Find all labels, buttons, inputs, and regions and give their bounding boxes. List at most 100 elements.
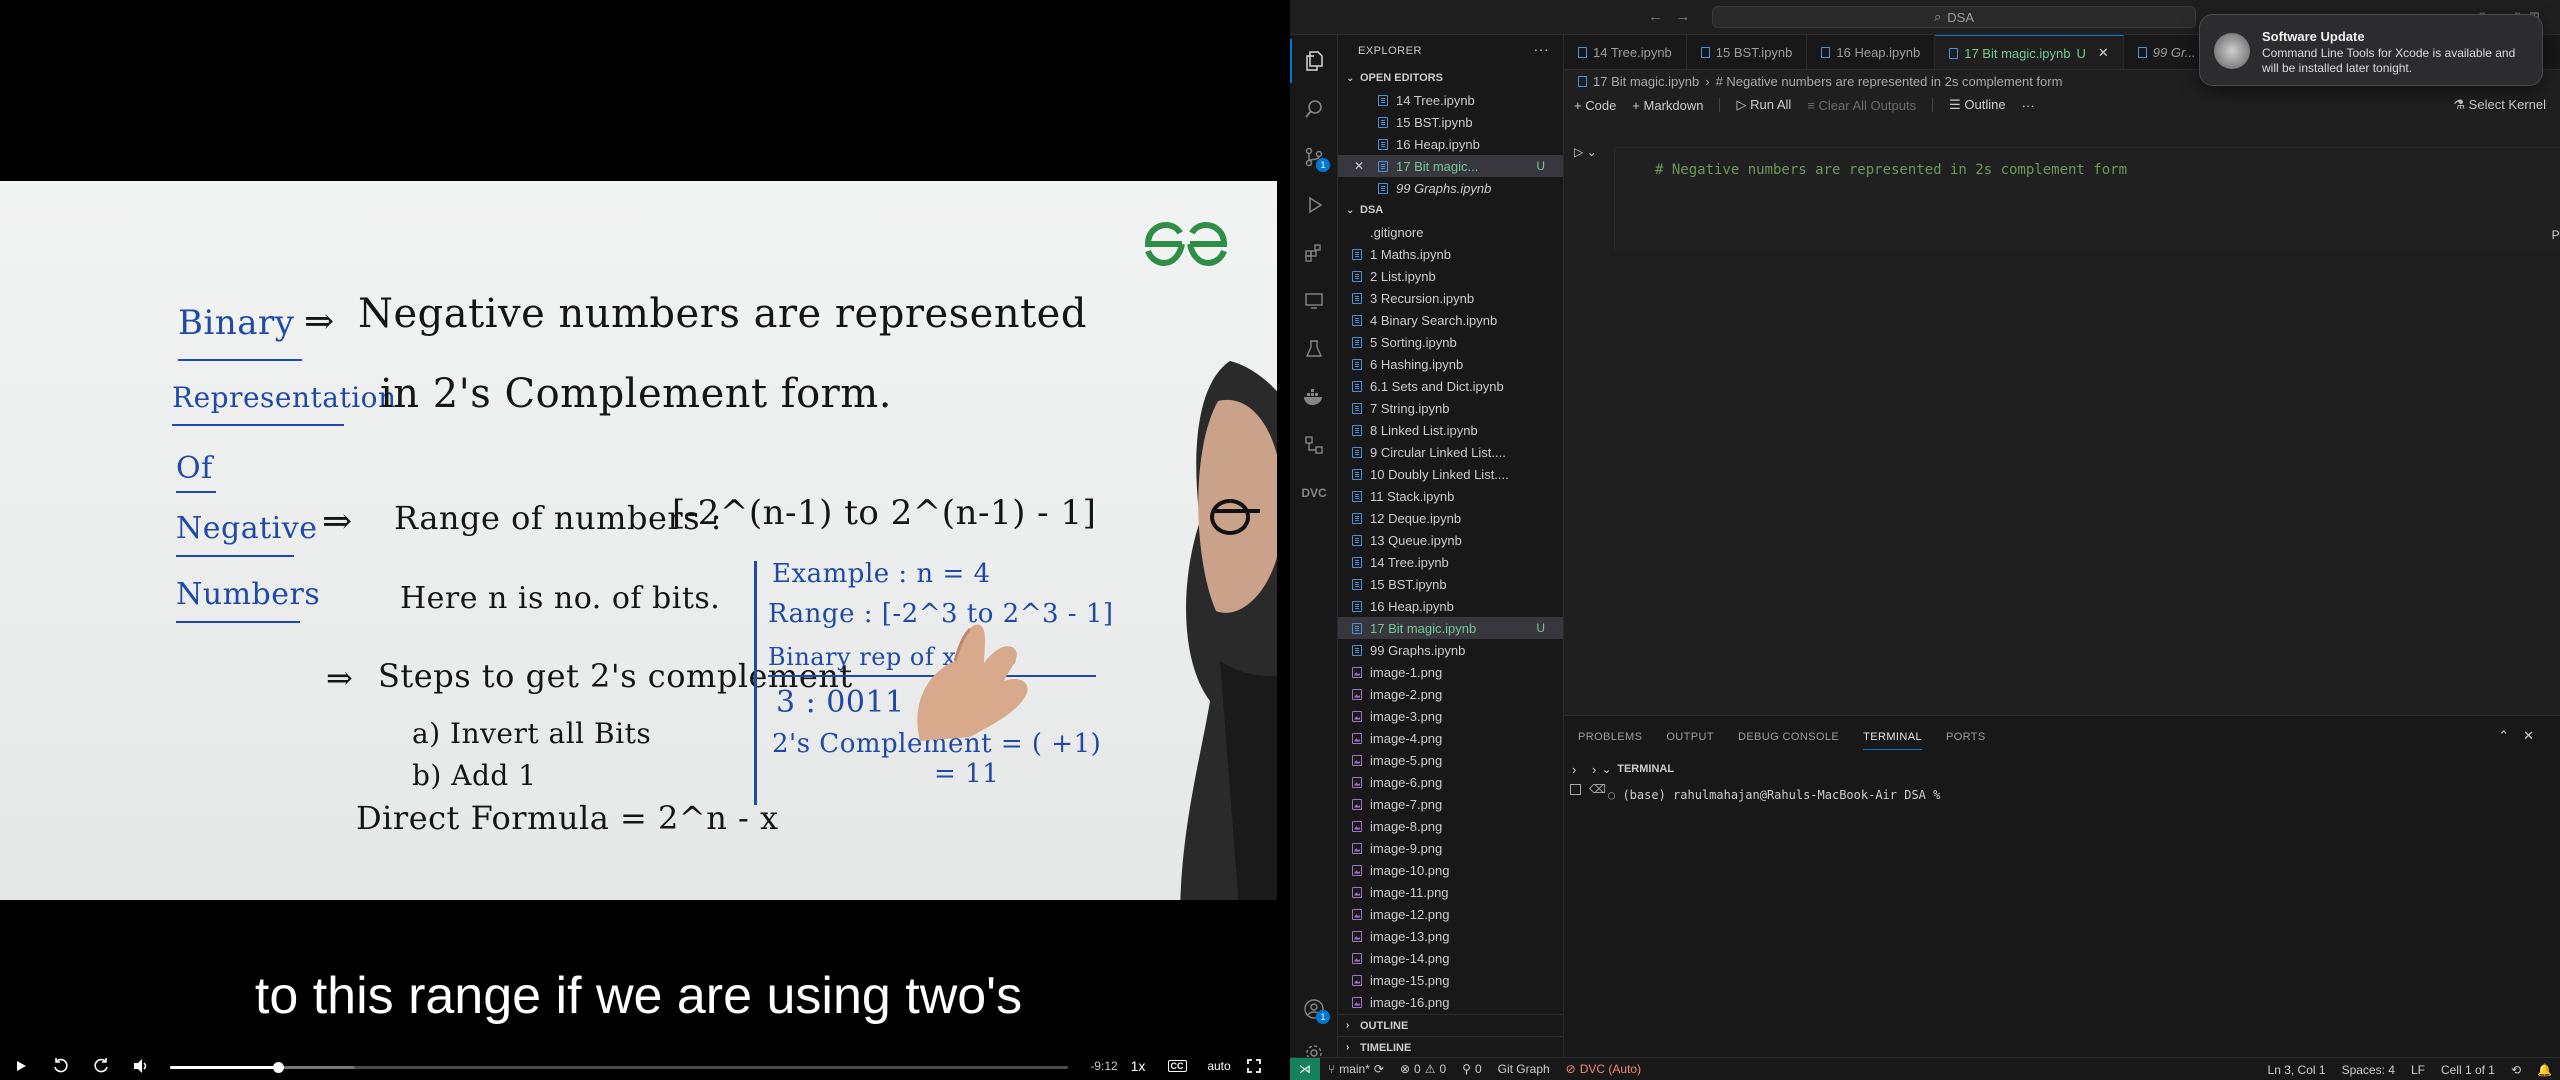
file-item[interactable]: .gitignore [1338, 221, 1563, 243]
panel-tab[interactable]: PROBLEMS [1578, 731, 1642, 743]
cursor-position[interactable]: Ln 3, Col 1 [2260, 1063, 2334, 1077]
timeline-section[interactable]: › TIMELINE [1338, 1036, 1563, 1057]
editor-tab[interactable]: 15 BST.ipynb [1687, 35, 1808, 69]
file-item[interactable]: 15 BST.ipynb [1338, 573, 1563, 595]
indentation-status[interactable]: Spaces: 4 [2334, 1063, 2403, 1077]
open-editor-item[interactable]: ✕ 17 Bit magic... U [1338, 155, 1563, 177]
file-item[interactable]: 5 Sorting.ipynb [1338, 331, 1563, 353]
open-editor-item[interactable]: 16 Heap.ipynb [1338, 133, 1563, 155]
run-cell-icon[interactable]: ▷ ⌄ [1574, 145, 1597, 159]
file-item[interactable]: 13 Queue.ipynb [1338, 529, 1563, 551]
file-item[interactable]: image-11.png [1338, 881, 1563, 903]
file-item[interactable]: image-16.png [1338, 991, 1563, 1013]
video-player[interactable]: Binary Representation Of Negative Number… [0, 0, 1290, 1080]
docker-icon[interactable] [1290, 375, 1338, 419]
dvc-icon[interactable]: DVC [1290, 471, 1338, 515]
add-code-cell-button[interactable]: + Code [1574, 98, 1616, 113]
command-center-search[interactable]: ⌕ DSA [1712, 6, 2196, 28]
file-item[interactable]: 2 List.ipynb [1338, 265, 1563, 287]
file-item[interactable]: image-8.png [1338, 815, 1563, 837]
file-item[interactable]: 8 Linked List.ipynb [1338, 419, 1563, 441]
file-item[interactable]: 1 Maths.ipynb [1338, 243, 1563, 265]
accounts-icon[interactable]: 1 [1290, 987, 1338, 1031]
select-kernel-button[interactable]: ⚗ Select Kernel [2453, 97, 2546, 113]
file-item[interactable]: image-10.png [1338, 859, 1563, 881]
eol-status[interactable]: LF [2403, 1063, 2433, 1077]
clear-outputs-button[interactable]: ≡ Clear All Outputs [1807, 98, 1916, 113]
git-graph-status[interactable]: Git Graph [1490, 1062, 1558, 1076]
breadcrumb-file[interactable]: 17 Bit magic.ipynb [1593, 74, 1699, 89]
file-item[interactable]: image-3.png [1338, 705, 1563, 727]
explorer-icon[interactable] [1290, 39, 1338, 83]
cell-status[interactable]: Cell 1 of 1 [2433, 1063, 2503, 1077]
video-frame[interactable]: Binary Representation Of Negative Number… [0, 181, 1277, 900]
run-all-button[interactable]: ▷ Run All [1736, 97, 1791, 113]
file-item[interactable]: 6.1 Sets and Dict.ipynb [1338, 375, 1563, 397]
file-item[interactable]: image-15.png [1338, 969, 1563, 991]
panel-tab[interactable]: DEBUG CONSOLE [1738, 731, 1839, 743]
file-item[interactable]: image-14.png [1338, 947, 1563, 969]
file-item[interactable]: image-7.png [1338, 793, 1563, 815]
notifications-bell-icon[interactable]: 🔔 [2529, 1063, 2560, 1077]
remote-explorer-icon[interactable] [1290, 279, 1338, 323]
branch-status[interactable]: ⑂ main* ⟳ [1320, 1062, 1392, 1076]
progress-handle[interactable] [272, 1062, 284, 1073]
file-item[interactable]: image-12.png [1338, 903, 1563, 925]
clear-terminal-icon[interactable]: ⌫ [1589, 782, 1606, 796]
file-item[interactable]: image-13.png [1338, 925, 1563, 947]
file-item[interactable]: image-4.png [1338, 727, 1563, 749]
editor-tab[interactable]: 14 Tree.ipynb [1564, 35, 1687, 69]
open-editors-section[interactable]: ⌄ OPEN EDITORS [1338, 67, 1563, 89]
file-item[interactable]: 16 Heap.ipynb [1338, 595, 1563, 617]
file-item[interactable]: 3 Recursion.ipynb [1338, 287, 1563, 309]
outline-section[interactable]: › OUTLINE [1338, 1014, 1563, 1036]
remote-indicator-icon[interactable]: ⋊ [1290, 1057, 1320, 1080]
fullscreen-icon[interactable] [1244, 1054, 1264, 1078]
editor-tab[interactable]: 17 Bit magic.ipynb U ✕ [1935, 35, 2124, 69]
file-item[interactable]: image-5.png [1338, 749, 1563, 771]
file-item[interactable]: 4 Binary Search.ipynb [1338, 309, 1563, 331]
problems-status[interactable]: ⊗ 0 ⚠ 0 [1392, 1062, 1454, 1076]
run-debug-icon[interactable] [1290, 183, 1338, 227]
outline-button[interactable]: ☰ Outline [1949, 97, 2005, 113]
file-item[interactable]: 99 Graphs.ipynb [1338, 639, 1563, 661]
folder-section-dsa[interactable]: ⌄ DSA [1338, 199, 1563, 221]
breadcrumb-symbol[interactable]: # Negative numbers are represented in 2s… [1716, 74, 2063, 89]
close-panel-icon[interactable]: ✕ [2523, 728, 2548, 743]
search-icon[interactable] [1290, 87, 1338, 131]
file-item[interactable]: 6 Hashing.ipynb [1338, 353, 1563, 375]
code-cell[interactable]: # Negative numbers are represented in 2s… [1614, 147, 2560, 252]
forward-10-icon[interactable] [90, 1054, 112, 1078]
panel-tab[interactable]: TERMINAL [1863, 731, 1922, 750]
playback-speed-button[interactable]: 1x [1128, 1054, 1148, 1078]
file-item[interactable]: image-1.png [1338, 661, 1563, 683]
file-item[interactable]: image-2.png [1338, 683, 1563, 705]
file-item[interactable]: image-9.png [1338, 837, 1563, 859]
editor-tab[interactable]: 99 Gr... [2124, 35, 2211, 69]
chevron-right-icon[interactable]: › [1592, 762, 1596, 777]
rewind-10-icon[interactable] [50, 1054, 72, 1078]
git-graph-icon[interactable] [1290, 423, 1338, 467]
chevron-right-icon[interactable]: › [1572, 762, 1576, 777]
cell-code[interactable]: # Negative numbers are represented in 2s… [1655, 162, 2127, 178]
open-editor-item[interactable]: 99 Graphs.ipynb [1338, 177, 1563, 199]
editor-tab[interactable]: 16 Heap.ipynb [1807, 35, 1936, 69]
terminal-section[interactable]: ⌄ TERMINAL [1602, 758, 1674, 780]
file-item[interactable]: 7 String.ipynb [1338, 397, 1563, 419]
quality-button[interactable]: auto [1204, 1054, 1234, 1078]
open-editor-item[interactable]: 14 Tree.ipynb [1338, 89, 1563, 111]
close-tab-icon[interactable]: ✕ [2098, 45, 2109, 61]
back-arrow-icon[interactable]: ← [1648, 8, 1663, 25]
dvc-status[interactable]: ⊘ DVC (Auto) [1558, 1062, 1649, 1076]
kernel-status-icon[interactable]: ⟲ [2503, 1063, 2529, 1077]
file-item[interactable]: 11 Stack.ipynb [1338, 485, 1563, 507]
source-control-icon[interactable]: 1 [1290, 135, 1338, 179]
more-actions-icon[interactable]: ··· [2022, 98, 2035, 113]
more-actions-icon[interactable]: ··· [1534, 41, 1550, 57]
file-item[interactable]: 10 Doubly Linked List.... [1338, 463, 1563, 485]
panel-tab[interactable]: PORTS [1946, 731, 1986, 743]
close-icon[interactable]: ✕ [1354, 159, 1364, 173]
ports-status[interactable]: ⚲ 0 [1454, 1062, 1489, 1076]
forward-arrow-icon[interactable]: → [1676, 8, 1691, 25]
file-item[interactable]: 17 Bit magic.ipynb U [1338, 617, 1563, 639]
